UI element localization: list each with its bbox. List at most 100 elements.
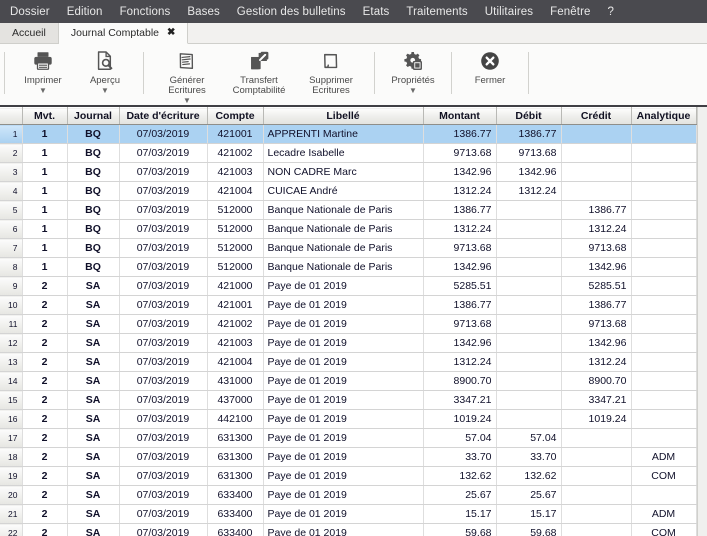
cell-credit[interactable]: 1342.96 [561, 257, 632, 277]
cell-compte[interactable]: 512000 [207, 219, 264, 239]
cell-mvt[interactable]: 2 [22, 390, 68, 410]
cell-analytique[interactable] [631, 314, 697, 334]
cell-mvt[interactable]: 2 [22, 447, 68, 467]
cell-date[interactable]: 07/03/2019 [119, 219, 208, 239]
cell-credit[interactable] [561, 162, 632, 182]
cell-compte[interactable]: 633400 [207, 523, 264, 536]
cell-montant[interactable]: 1386.77 [423, 200, 497, 220]
cell-credit[interactable] [561, 143, 632, 163]
cell-analytique[interactable]: ADM [631, 504, 697, 524]
cell-compte[interactable]: 421001 [207, 124, 264, 144]
cell-libelle[interactable]: Banque Nationale de Paris [263, 257, 424, 277]
table-row[interactable]: 17 2 SA 07/03/2019 631300 Paye de 01 2019 57.0… [0, 428, 697, 448]
cell-credit[interactable] [561, 466, 632, 486]
row-number[interactable]: 18 [0, 447, 23, 467]
row-number[interactable]: 9 [0, 276, 23, 296]
cell-debit[interactable] [496, 200, 562, 220]
cell-mvt[interactable]: 1 [22, 238, 68, 258]
cell-libelle[interactable]: NON CADRE Marc [263, 162, 424, 182]
cell-libelle[interactable]: Paye de 01 2019 [263, 428, 424, 448]
cell-analytique[interactable]: COM [631, 523, 697, 536]
cell-mvt[interactable]: 1 [22, 162, 68, 182]
cell-journal[interactable]: BQ [67, 124, 120, 144]
cell-credit[interactable] [561, 124, 632, 144]
table-row[interactable]: 5 1 BQ 07/03/2019 512000 Banque Nationale de … [0, 200, 697, 220]
cell-analytique[interactable]: ADM [631, 447, 697, 467]
cell-compte[interactable]: 421003 [207, 333, 264, 353]
row-number[interactable]: 13 [0, 352, 23, 372]
cell-debit[interactable] [496, 238, 562, 258]
cell-journal[interactable]: SA [67, 371, 120, 391]
cell-date[interactable]: 07/03/2019 [119, 523, 208, 536]
cell-journal[interactable]: SA [67, 504, 120, 524]
cell-debit[interactable]: 59.68 [496, 523, 562, 536]
cell-montant[interactable]: 9713.68 [423, 238, 497, 258]
cell-date[interactable]: 07/03/2019 [119, 466, 208, 486]
cell-compte[interactable]: 633400 [207, 504, 264, 524]
cell-debit[interactable] [496, 276, 562, 296]
cell-compte[interactable]: 633400 [207, 485, 264, 505]
cell-libelle[interactable]: APPRENTI Martine [263, 124, 424, 144]
table-row[interactable]: 9 2 SA 07/03/2019 421000 Paye de 01 2019 5285.… [0, 276, 697, 296]
cell-debit[interactable]: 1342.96 [496, 162, 562, 182]
row-number[interactable]: 11 [0, 314, 23, 334]
column-header-date[interactable]: Date d'écriture [119, 107, 208, 125]
cell-date[interactable]: 07/03/2019 [119, 257, 208, 277]
cell-credit[interactable] [561, 485, 632, 505]
cell-date[interactable]: 07/03/2019 [119, 409, 208, 429]
cell-debit[interactable] [496, 295, 562, 315]
cell-journal[interactable]: SA [67, 466, 120, 486]
cell-analytique[interactable] [631, 295, 697, 315]
toolbar-button-imprimer[interactable]: Imprimer ▼ [12, 46, 74, 95]
table-row[interactable]: 10 2 SA 07/03/2019 421001 Paye de 01 2019 1386… [0, 295, 697, 315]
row-number[interactable]: 4 [0, 181, 23, 201]
chevron-down-icon[interactable]: ▼ [101, 87, 109, 95]
cell-credit[interactable] [561, 428, 632, 448]
cell-journal[interactable]: SA [67, 295, 120, 315]
cell-mvt[interactable]: 1 [22, 181, 68, 201]
row-number[interactable]: 15 [0, 390, 23, 410]
menu-item-traitements[interactable]: Traitements [406, 6, 476, 18]
cell-date[interactable]: 07/03/2019 [119, 390, 208, 410]
cell-credit[interactable] [561, 504, 632, 524]
cell-libelle[interactable]: Paye de 01 2019 [263, 466, 424, 486]
column-header-analytique[interactable]: Analytique [631, 107, 697, 125]
toolbar-button-generer-ecritures[interactable]: Générer Ecritures ▼ [151, 46, 223, 105]
cell-mvt[interactable]: 2 [22, 276, 68, 296]
vertical-scrollbar[interactable] [696, 107, 707, 536]
cell-journal[interactable]: SA [67, 276, 120, 296]
cell-journal[interactable]: SA [67, 409, 120, 429]
cell-libelle[interactable]: Paye de 01 2019 [263, 371, 424, 391]
cell-date[interactable]: 07/03/2019 [119, 314, 208, 334]
cell-libelle[interactable]: Paye de 01 2019 [263, 390, 424, 410]
cell-journal[interactable]: SA [67, 390, 120, 410]
menu-item-bases[interactable]: Bases [187, 6, 228, 18]
cell-credit[interactable] [561, 447, 632, 467]
toolbar-button-supprimer-ecritures[interactable]: Supprimer Ecritures▼ [295, 46, 367, 104]
cell-analytique[interactable] [631, 238, 697, 258]
table-row[interactable]: 1 1 BQ 07/03/2019 421001 APPRENTI Martine 1386… [0, 124, 697, 144]
cell-mvt[interactable]: 2 [22, 466, 68, 486]
menu-item-gestion-des-bulletins[interactable]: Gestion des bulletins [237, 6, 355, 18]
chevron-down-icon[interactable]: ▼ [39, 87, 47, 95]
cell-debit[interactable]: 9713.68 [496, 143, 562, 163]
cell-credit[interactable]: 1342.96 [561, 333, 632, 353]
cell-compte[interactable]: 442100 [207, 409, 264, 429]
table-row[interactable]: 16 2 SA 07/03/2019 442100 Paye de 01 2019 1019… [0, 409, 697, 429]
menu-item-fonctions[interactable]: Fonctions [120, 6, 180, 18]
cell-libelle[interactable]: Paye de 01 2019 [263, 504, 424, 524]
cell-mvt[interactable]: 1 [22, 143, 68, 163]
table-row[interactable]: 15 2 SA 07/03/2019 437000 Paye de 01 2019 3347… [0, 390, 697, 410]
cell-montant[interactable]: 1312.24 [423, 219, 497, 239]
table-row[interactable]: 22 2 SA 07/03/2019 633400 Paye de 01 2019 59.6… [0, 523, 697, 536]
cell-montant[interactable]: 1312.24 [423, 352, 497, 372]
cell-montant[interactable]: 132.62 [423, 466, 497, 486]
row-number[interactable]: 1 [0, 124, 23, 144]
cell-analytique[interactable] [631, 124, 697, 144]
cell-journal[interactable]: SA [67, 485, 120, 505]
cell-credit[interactable]: 1386.77 [561, 200, 632, 220]
cell-montant[interactable]: 1019.24 [423, 409, 497, 429]
cell-debit[interactable]: 15.17 [496, 504, 562, 524]
chevron-down-icon[interactable]: ▼ [183, 97, 191, 105]
table-row[interactable]: 18 2 SA 07/03/2019 631300 Paye de 01 2019 33.7… [0, 447, 697, 467]
